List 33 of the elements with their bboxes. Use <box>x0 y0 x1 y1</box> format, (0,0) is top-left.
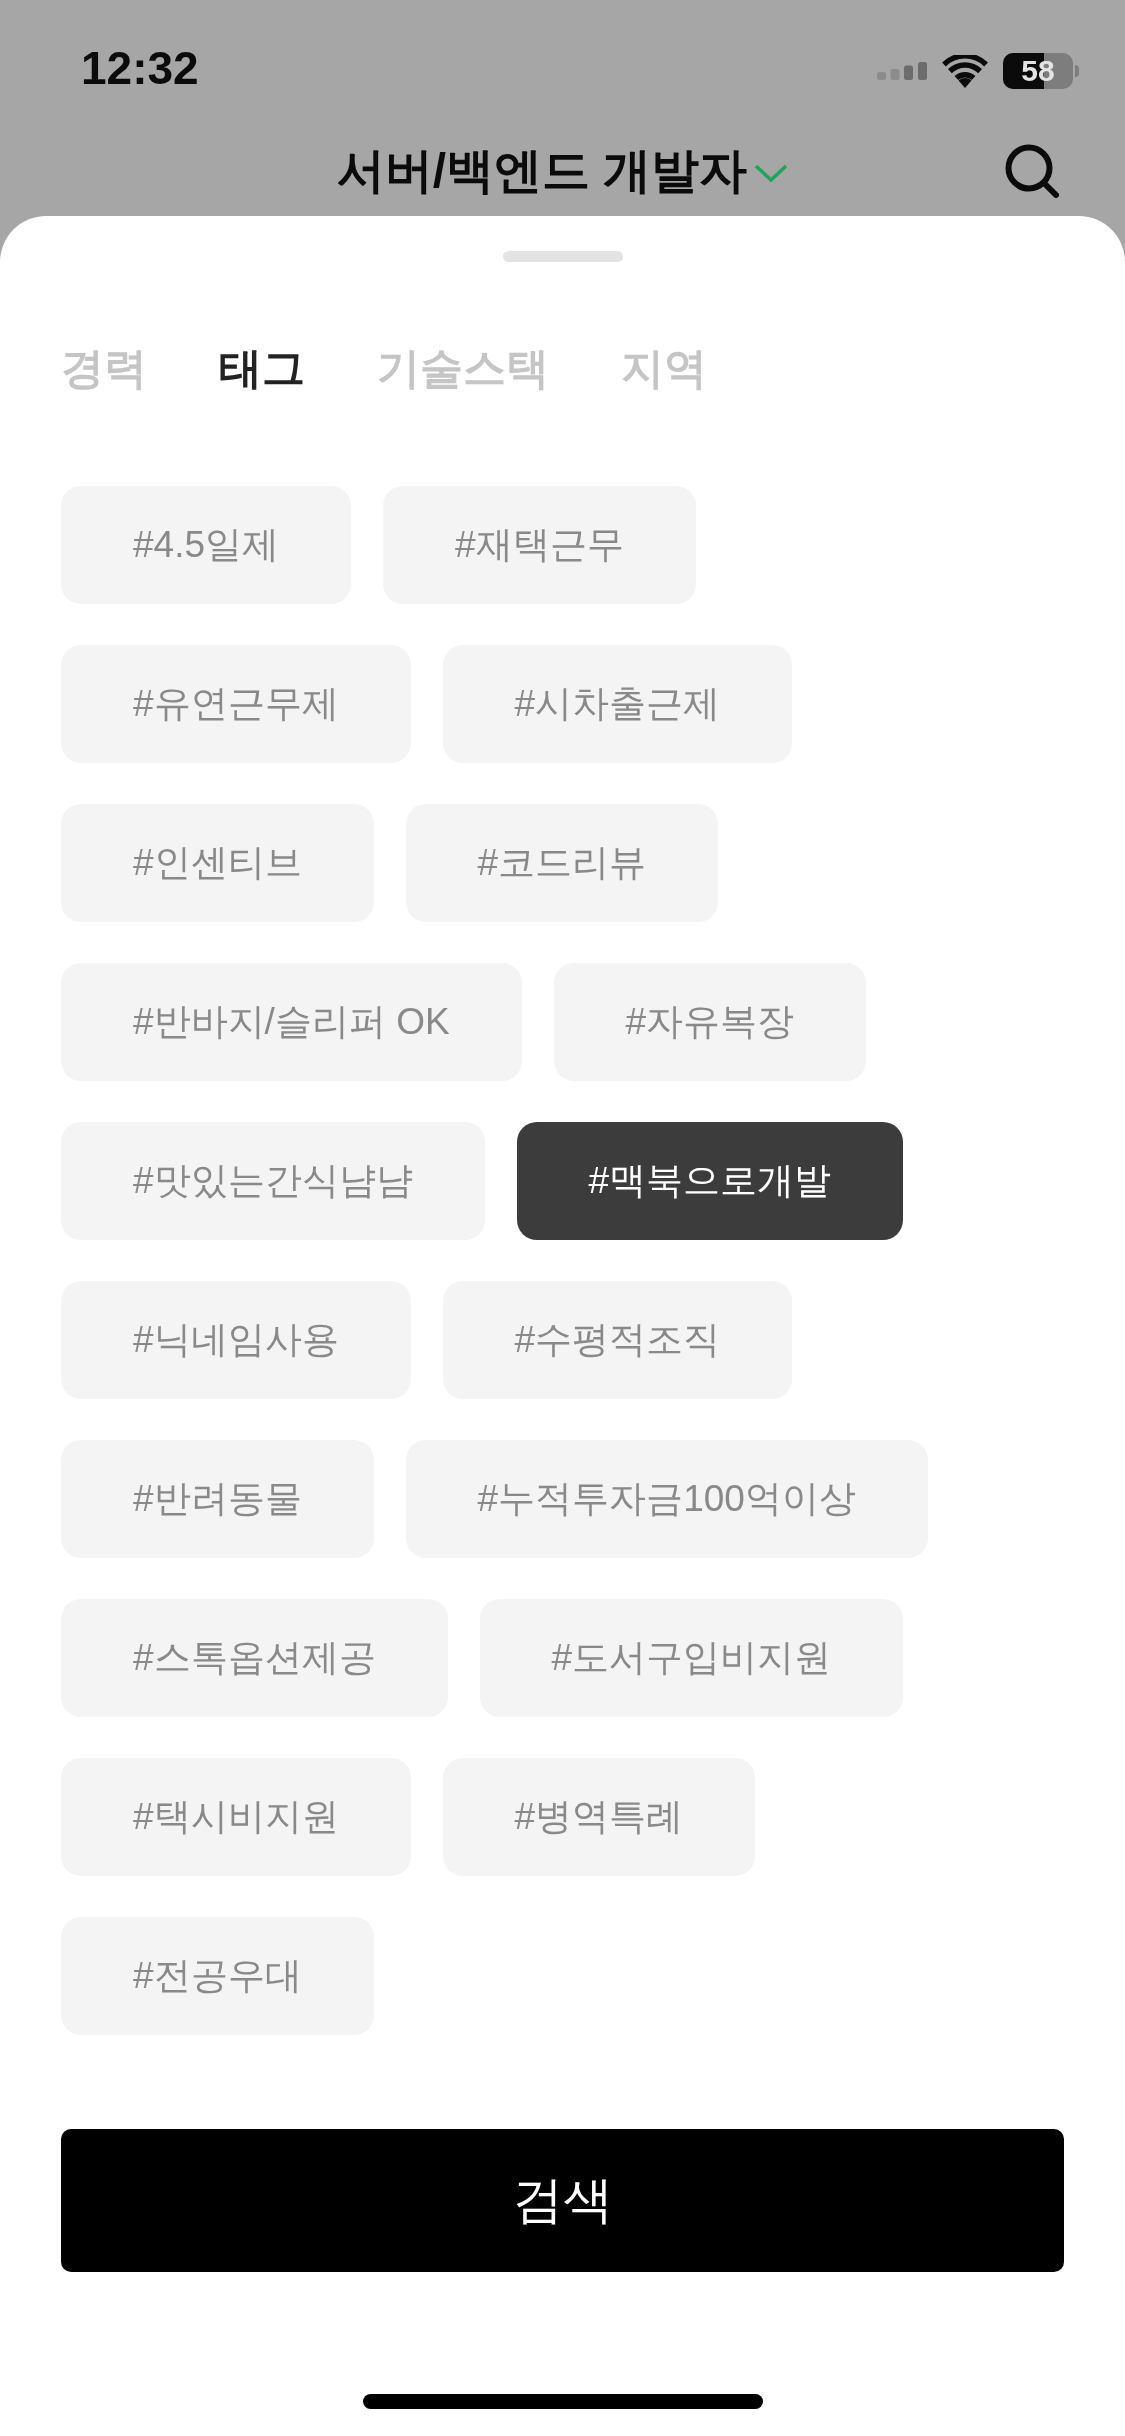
filter-tab[interactable]: 태그 <box>219 342 305 394</box>
tag-chip[interactable]: #자유복장 <box>553 963 867 1081</box>
tag-chip[interactable]: #수평적조직 <box>442 1281 793 1399</box>
tag-chip[interactable]: #맥북으로개발 <box>516 1122 904 1240</box>
filter-tab[interactable]: 경력 <box>61 342 147 394</box>
tag-chip[interactable]: #병역특례 <box>442 1758 756 1876</box>
chevron-down-icon[interactable] <box>754 164 789 182</box>
status-time: 12:32 <box>81 45 199 91</box>
tag-chip[interactable]: #택시비지원 <box>61 1758 411 1876</box>
tag-chip[interactable]: #시차출근제 <box>442 645 793 763</box>
tag-chip[interactable]: #전공우대 <box>61 1917 374 2035</box>
drag-handle[interactable] <box>502 251 623 262</box>
battery-icon <box>1003 53 1079 89</box>
tag-chip[interactable]: #재택근무 <box>383 486 696 604</box>
filter-tab[interactable]: 지역 <box>621 342 707 394</box>
tag-chip[interactable]: #도서구입비지원 <box>479 1599 904 1717</box>
wifi-icon <box>942 54 988 88</box>
search-icon[interactable] <box>1005 144 1059 198</box>
signal-icon <box>877 62 927 80</box>
battery-percentage: 58 <box>1021 56 1055 86</box>
tag-chip[interactable]: #인센티브 <box>61 804 374 922</box>
tag-chip[interactable]: #닉네임사용 <box>61 1281 411 1399</box>
tag-chip[interactable]: #유연근무제 <box>61 645 411 763</box>
tag-chip[interactable]: #스톡옵션제공 <box>61 1599 448 1717</box>
page-title: 서버/백엔드 개발자 <box>336 143 748 199</box>
tag-chip[interactable]: #반바지/슬리퍼 OK <box>61 963 522 1081</box>
tag-chip[interactable]: #누적투자금100억이상 <box>405 1440 928 1558</box>
tag-chip[interactable]: #반려동물 <box>61 1440 374 1558</box>
tag-chip[interactable]: #4.5일제 <box>61 486 351 604</box>
tag-chip[interactable]: #코드리뷰 <box>405 804 719 922</box>
filter-tab[interactable]: 기술스택 <box>377 342 549 394</box>
tag-chip[interactable]: #맛있는간식냠냠 <box>61 1122 485 1240</box>
search-button[interactable]: 검색 <box>61 2129 1064 2272</box>
